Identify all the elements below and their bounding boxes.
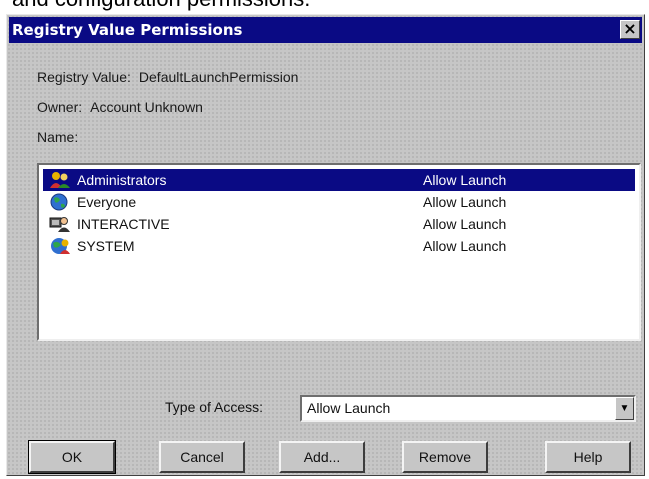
- list-item[interactable]: INTERACTIVE Allow Launch: [43, 213, 635, 235]
- owner-text: Account Unknown: [90, 99, 203, 115]
- globe-icon: [49, 193, 71, 211]
- registry-value-text: DefaultLaunchPermission: [138, 69, 299, 85]
- list-item-name: INTERACTIVE: [77, 216, 170, 232]
- registry-value-line: Registry Value: DefaultLaunchPermission: [37, 69, 306, 85]
- name-label: Name:: [37, 129, 79, 145]
- dialog-titlebar[interactable]: Registry Value Permissions ×: [9, 17, 642, 43]
- type-of-access-label: Type of Access:: [165, 399, 264, 415]
- list-item-name: Administrators: [77, 172, 167, 188]
- type-of-access-select[interactable]: Allow Launch ▼: [300, 395, 636, 422]
- owner-label: Owner:: [37, 99, 83, 115]
- list-item[interactable]: Administrators Allow Launch: [43, 169, 635, 191]
- list-item-access: Allow Launch: [423, 194, 507, 210]
- system-group-icon: [49, 237, 71, 255]
- owner-line: Owner: Account Unknown: [37, 99, 211, 115]
- list-item-name: Everyone: [77, 194, 137, 210]
- dropdown-button[interactable]: ▼: [615, 397, 634, 420]
- registry-permissions-dialog: Registry Value Permissions × Registry Va…: [6, 14, 645, 476]
- help-button[interactable]: Help: [545, 441, 631, 473]
- list-item-access: Allow Launch: [423, 172, 507, 188]
- cancel-button[interactable]: Cancel: [159, 441, 245, 473]
- close-icon: ×: [623, 19, 637, 38]
- remove-button[interactable]: Remove: [402, 441, 488, 473]
- list-item-access: Allow Launch: [423, 216, 507, 232]
- list-item[interactable]: Everyone Allow Launch: [43, 191, 635, 213]
- interactive-user-icon: [49, 215, 71, 233]
- chevron-down-icon: ▼: [619, 403, 630, 414]
- add-button[interactable]: Add...: [279, 441, 365, 473]
- type-of-access-value: Allow Launch: [307, 400, 391, 416]
- list-item-name: SYSTEM: [77, 238, 135, 254]
- list-item[interactable]: SYSTEM Allow Launch: [43, 235, 635, 257]
- users-group-icon: [49, 171, 71, 189]
- list-item-access: Allow Launch: [423, 238, 507, 254]
- close-button[interactable]: ×: [620, 20, 640, 39]
- page-caption: and configuration permissions.: [12, 0, 642, 14]
- registry-value-label: Registry Value:: [37, 69, 131, 85]
- permissions-list[interactable]: Administrators Allow Launch Everyone All…: [37, 163, 641, 341]
- dialog-title: Registry Value Permissions: [12, 21, 243, 39]
- ok-button[interactable]: OK: [28, 440, 116, 474]
